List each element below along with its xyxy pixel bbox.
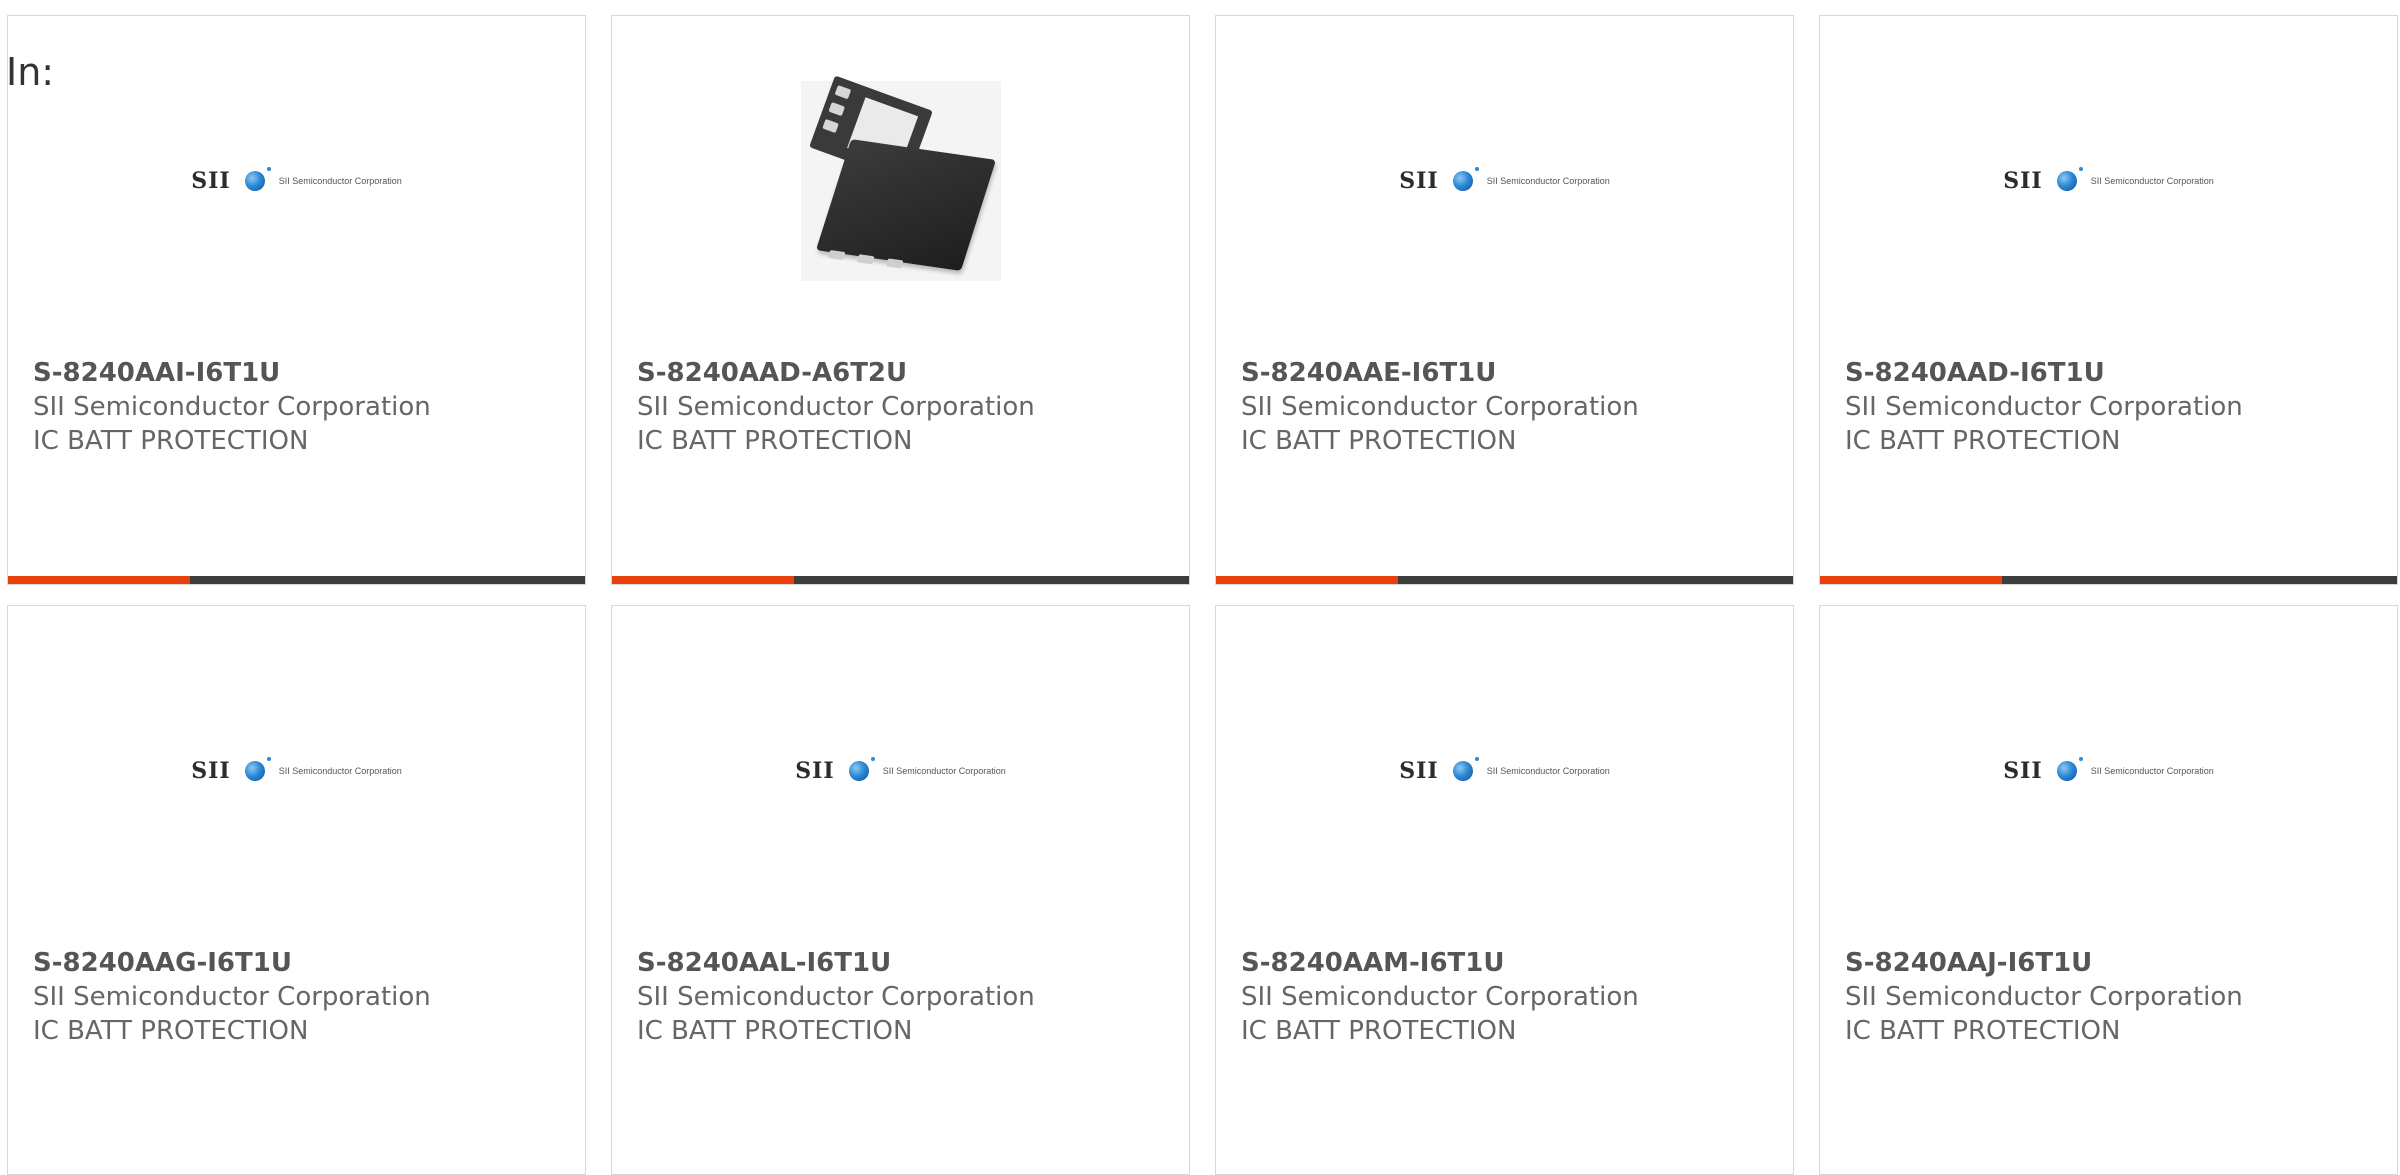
globe-icon	[2056, 167, 2083, 191]
product-info: S-8240AAE-I6T1U SII Semiconductor Corpor…	[1241, 356, 1783, 458]
globe-icon	[1452, 167, 1479, 191]
logo-mark: SII	[1399, 758, 1439, 784]
accent-bar	[1216, 576, 1793, 584]
manufacturer: SII Semiconductor Corporation	[637, 982, 1035, 1012]
logo-text: SII Semiconductor Corporation	[882, 766, 1006, 776]
accent-bar-dark	[190, 576, 585, 584]
product-image[interactable]: SII SII Semiconductor Corporation	[1216, 16, 1793, 346]
part-number[interactable]: S-8240AAI-I6T1U	[33, 356, 575, 390]
product-image[interactable]: SII SII Semiconductor Corporation	[1216, 606, 1793, 936]
part-number[interactable]: S-8240AAD-I6T1U	[1845, 356, 2387, 390]
product-info: S-8240AAL-I6T1U SII Semiconductor Corpor…	[637, 946, 1179, 1048]
manufacturer: SII Semiconductor Corporation	[33, 392, 431, 422]
accent-bar-orange	[1216, 576, 1398, 584]
product-image[interactable]: SII SII Semiconductor Corporation	[1820, 606, 2397, 936]
product-image[interactable]: SII SII Semiconductor Corporation	[612, 606, 1189, 936]
product-info: S-8240AAD-A6T2U SII Semiconductor Corpor…	[637, 356, 1179, 458]
product-card[interactable]: SII SII Semiconductor Corporation S-8240…	[7, 15, 586, 585]
logo-text: SII Semiconductor Corporation	[1486, 766, 1610, 776]
product-image[interactable]: SII SII Semiconductor Corporation	[1820, 16, 2397, 346]
product-info: S-8240AAI-I6T1U SII Semiconductor Corpor…	[33, 356, 575, 458]
manufacturer: SII Semiconductor Corporation	[1845, 982, 2243, 1012]
part-number[interactable]: S-8240AAM-I6T1U	[1241, 946, 1783, 980]
product-card[interactable]: SII SII Semiconductor Corporation S-8240…	[1215, 15, 1794, 585]
page-label: In:	[6, 50, 55, 94]
product-info: S-8240AAG-I6T1U SII Semiconductor Corpor…	[33, 946, 575, 1048]
sii-logo: SII SII Semiconductor Corporation	[2003, 757, 2214, 784]
manufacturer: SII Semiconductor Corporation	[637, 392, 1035, 422]
logo-text: SII Semiconductor Corporation	[2090, 176, 2214, 186]
accent-bar	[612, 576, 1189, 584]
product-card[interactable]: SII SII Semiconductor Corporation S-8240…	[611, 605, 1190, 1175]
accent-bar-dark	[2002, 576, 2397, 584]
sii-logo: SII SII Semiconductor Corporation	[1399, 757, 1610, 784]
manufacturer: SII Semiconductor Corporation	[33, 982, 431, 1012]
sii-logo: SII SII Semiconductor Corporation	[1399, 167, 1610, 194]
logo-text: SII Semiconductor Corporation	[278, 176, 402, 186]
globe-icon	[848, 757, 875, 781]
description: IC BATT PROTECTION	[637, 426, 913, 456]
description: IC BATT PROTECTION	[1845, 426, 2121, 456]
accent-bar	[8, 576, 585, 584]
globe-icon	[244, 757, 271, 781]
accent-bar-orange	[8, 576, 190, 584]
manufacturer: SII Semiconductor Corporation	[1241, 392, 1639, 422]
globe-icon	[244, 167, 271, 191]
part-number[interactable]: S-8240AAL-I6T1U	[637, 946, 1179, 980]
accent-bar	[1820, 576, 2397, 584]
sii-logo: SII SII Semiconductor Corporation	[2003, 167, 2214, 194]
logo-mark: SII	[191, 168, 231, 194]
part-number[interactable]: S-8240AAJ-I6T1U	[1845, 946, 2387, 980]
logo-mark: SII	[795, 758, 835, 784]
product-card[interactable]: SII SII Semiconductor Corporation S-8240…	[1215, 605, 1794, 1175]
product-info: S-8240AAD-I6T1U SII Semiconductor Corpor…	[1845, 356, 2387, 458]
part-number[interactable]: S-8240AAG-I6T1U	[33, 946, 575, 980]
chip-photo	[800, 75, 1001, 281]
logo-mark: SII	[2003, 758, 2043, 784]
sii-logo: SII SII Semiconductor Corporation	[191, 167, 402, 194]
globe-icon	[2056, 757, 2083, 781]
description: IC BATT PROTECTION	[1241, 426, 1517, 456]
logo-mark: SII	[2003, 168, 2043, 194]
description: IC BATT PROTECTION	[33, 426, 309, 456]
product-card[interactable]: SII SII Semiconductor Corporation S-8240…	[1819, 605, 2398, 1175]
description: IC BATT PROTECTION	[1241, 1016, 1517, 1046]
description: IC BATT PROTECTION	[33, 1016, 309, 1046]
accent-bar-orange	[1820, 576, 2002, 584]
product-image[interactable]: SII SII Semiconductor Corporation	[8, 606, 585, 936]
description: IC BATT PROTECTION	[637, 1016, 913, 1046]
logo-text: SII Semiconductor Corporation	[2090, 766, 2214, 776]
description: IC BATT PROTECTION	[1845, 1016, 2121, 1046]
part-number[interactable]: S-8240AAD-A6T2U	[637, 356, 1179, 390]
globe-icon	[1452, 757, 1479, 781]
accent-bar-dark	[1398, 576, 1793, 584]
logo-mark: SII	[1399, 168, 1439, 194]
product-card[interactable]: S-8240AAD-A6T2U SII Semiconductor Corpor…	[611, 15, 1190, 585]
product-image[interactable]	[612, 16, 1189, 346]
part-number[interactable]: S-8240AAE-I6T1U	[1241, 356, 1783, 390]
manufacturer: SII Semiconductor Corporation	[1845, 392, 2243, 422]
logo-mark: SII	[191, 758, 231, 784]
accent-bar-dark	[794, 576, 1189, 584]
product-image[interactable]: SII SII Semiconductor Corporation	[8, 16, 585, 346]
product-info: S-8240AAM-I6T1U SII Semiconductor Corpor…	[1241, 946, 1783, 1048]
product-grid: SII SII Semiconductor Corporation S-8240…	[7, 15, 2398, 1175]
manufacturer: SII Semiconductor Corporation	[1241, 982, 1639, 1012]
product-info: S-8240AAJ-I6T1U SII Semiconductor Corpor…	[1845, 946, 2387, 1048]
logo-text: SII Semiconductor Corporation	[1486, 176, 1610, 186]
sii-logo: SII SII Semiconductor Corporation	[795, 757, 1006, 784]
product-card[interactable]: SII SII Semiconductor Corporation S-8240…	[7, 605, 586, 1175]
product-card[interactable]: SII SII Semiconductor Corporation S-8240…	[1819, 15, 2398, 585]
accent-bar-orange	[612, 576, 794, 584]
logo-text: SII Semiconductor Corporation	[278, 766, 402, 776]
sii-logo: SII SII Semiconductor Corporation	[191, 757, 402, 784]
